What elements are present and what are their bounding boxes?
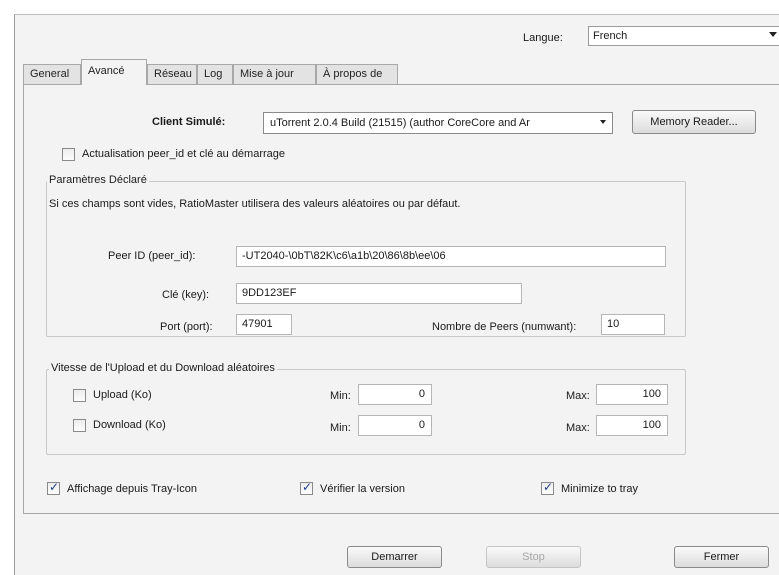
download-max-label: Max: <box>566 422 590 434</box>
start-button[interactable]: Demarrer <box>347 546 442 568</box>
stop-button[interactable]: Stop <box>486 546 581 568</box>
upload-min-label: Min: <box>330 390 351 402</box>
tab-mise-a-jour[interactable]: Mise à jour <box>233 64 316 84</box>
peer-refresh-label: Actualisation peer_id et clé au démarrag… <box>82 148 286 160</box>
language-label: Langue: <box>523 32 563 44</box>
port-input[interactable]: 47901 <box>236 314 292 335</box>
tray-icon-label: Affichage depuis Tray-Icon <box>67 483 198 495</box>
tab-log[interactable]: Log <box>197 64 233 84</box>
check-version-label: Vérifier la version <box>320 483 405 495</box>
declared-group-title: Paramètres Déclaré <box>47 174 149 186</box>
client-select[interactable]: uTorrent 2.0.4 Build (21515) (author Cor… <box>263 112 613 134</box>
upload-max-label: Max: <box>566 390 590 402</box>
tab-avance[interactable]: Avancé <box>81 59 147 85</box>
peers-label: Nombre de Peers (numwant): <box>432 321 577 333</box>
download-checkbox[interactable] <box>73 419 86 432</box>
chevron-down-icon <box>769 32 777 37</box>
tray-icon-checkbox[interactable]: ✓ <box>47 480 60 495</box>
upload-label: Upload (Ko) <box>93 389 152 401</box>
upload-checkbox[interactable] <box>73 389 86 402</box>
peers-input[interactable]: 10 <box>601 314 665 335</box>
check-version-checkbox[interactable]: ✓ <box>300 480 313 495</box>
tab-reseau[interactable]: Réseau <box>147 64 197 84</box>
chevron-down-icon <box>600 120 606 124</box>
download-max-input[interactable]: 100 <box>596 415 668 436</box>
download-min-input[interactable]: 0 <box>358 415 432 436</box>
key-label: Clé (key): <box>162 289 210 301</box>
speed-group <box>46 369 686 455</box>
close-button[interactable]: Fermer <box>674 546 769 568</box>
peer-refresh-checkbox[interactable] <box>62 148 75 161</box>
declared-note: Si ces champs sont vides, RatioMaster ut… <box>49 198 461 210</box>
port-label: Port (port): <box>160 321 213 333</box>
peer-id-input[interactable]: -UT2040-\0bT\82K\c6\a1b\20\86\8b\ee\06 <box>236 246 666 267</box>
language-select[interactable]: French <box>588 26 779 46</box>
checkmark-icon: ✓ <box>302 480 313 494</box>
speed-group-title: Vitesse de l'Upload et du Download aléat… <box>49 362 277 374</box>
minimize-checkbox[interactable]: ✓ <box>541 480 554 495</box>
upload-max-input[interactable]: 100 <box>596 384 668 405</box>
client-label: Client Simulé: <box>152 116 226 128</box>
minimize-label: Minimize to tray <box>561 483 639 495</box>
peer-id-label: Peer ID (peer_id): <box>108 250 196 262</box>
download-label: Download (Ko) <box>93 419 166 431</box>
download-min-label: Min: <box>330 422 351 434</box>
tab-a-propos[interactable]: À propos de <box>316 64 398 84</box>
key-input[interactable]: 9DD123EF <box>236 283 522 304</box>
client-value: uTorrent 2.0.4 Build (21515) (author Cor… <box>270 117 530 129</box>
memory-reader-button[interactable]: Memory Reader... <box>632 110 756 134</box>
checkmark-icon: ✓ <box>49 480 60 494</box>
tab-general[interactable]: General <box>23 64 81 84</box>
upload-min-input[interactable]: 0 <box>358 384 432 405</box>
checkmark-icon: ✓ <box>543 480 554 494</box>
language-value: French <box>593 30 628 42</box>
